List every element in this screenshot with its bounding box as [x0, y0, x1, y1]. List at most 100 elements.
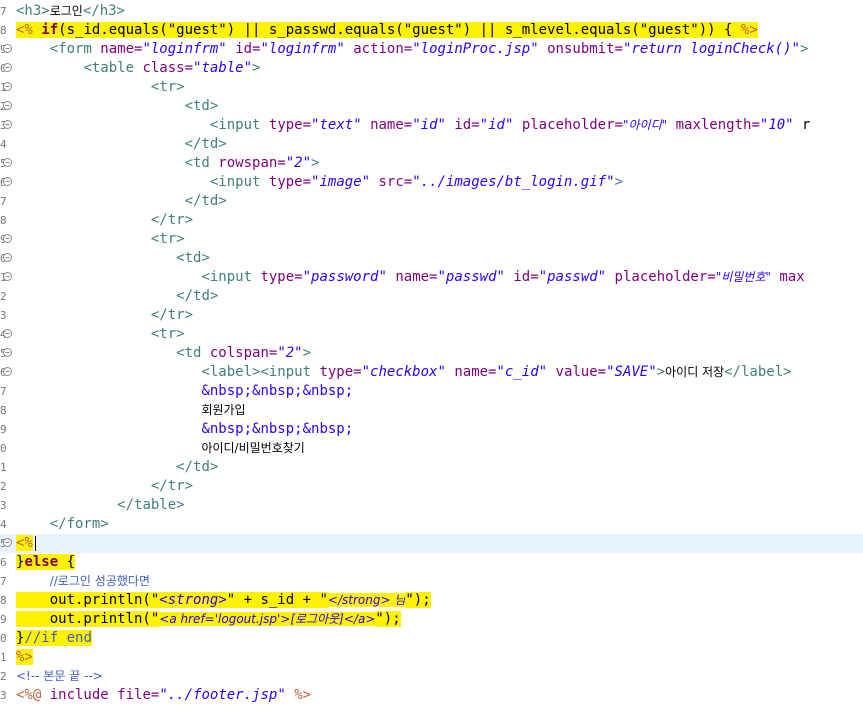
line-number: 8	[0, 594, 7, 607]
code-line[interactable]: 1 %>	[0, 648, 863, 667]
code-line[interactable]: 0− <table class="table">	[0, 59, 863, 78]
code-line[interactable]: 6− <label><input type="checkbox" name="c…	[0, 363, 863, 382]
code-token: </tr>	[150, 307, 194, 323]
code-line[interactable]: 8 <% if(s_id.equals("guest") || s_passwd.…	[0, 21, 863, 40]
code-token: </tr>	[150, 212, 194, 228]
code-text: <!-- 본문 끝 -->	[16, 667, 103, 686]
code-line[interactable]: 9− <tr>	[0, 230, 863, 249]
code-token: out.println("	[16, 592, 160, 608]
fold-toggle-icon[interactable]: −	[3, 348, 12, 357]
code-token: "c_id"	[496, 364, 548, 380]
code-line[interactable]: 3− <input type="text" name="id" id="id" …	[0, 116, 863, 135]
fold-toggle-icon[interactable]: −	[3, 82, 12, 91]
code-token: "passwd"	[538, 269, 607, 285]
code-editor[interactable]: 7 <h3>로그인</h3> 8 <% if(s_id.equals("guest")…	[0, 0, 863, 704]
code-token: else	[24, 554, 59, 570]
code-line[interactable]: 2− <td>	[0, 97, 863, 116]
code-line[interactable]: 2 <!-- 본문 끝 -->	[0, 667, 863, 686]
code-line[interactable]: 2 </td>	[0, 287, 863, 306]
code-line[interactable]: 1− <input type="password" name="passwd" …	[0, 268, 863, 287]
fold-toggle-icon[interactable]: −	[3, 63, 12, 72]
code-token: value=	[555, 364, 607, 380]
code-line[interactable]: 7 //로그인 성공했다면	[0, 572, 863, 591]
fold-toggle-icon[interactable]: −	[3, 538, 12, 547]
code-text: 아이디/비밀번호찾기	[16, 439, 304, 458]
code-line[interactable]: 0}//if end	[0, 629, 863, 648]
code-line[interactable]: 3 </tr>	[0, 306, 863, 325]
code-line[interactable]: 8 </tr>	[0, 211, 863, 230]
fold-toggle-icon[interactable]: −	[3, 253, 12, 262]
code-text: //로그인 성공했다면	[16, 572, 150, 591]
code-token: <td	[184, 155, 219, 171]
code-line[interactable]: 5− <td colspan="2">	[0, 344, 863, 363]
fold-toggle-icon[interactable]: −	[3, 272, 12, 281]
code-token: %>	[294, 687, 312, 703]
code-line[interactable]: 8 out.println("<strong>" + s_id + "</str…	[0, 591, 863, 610]
line-number: 9	[0, 423, 7, 436]
fold-toggle-icon[interactable]: −	[3, 158, 12, 167]
code-token: <td	[176, 345, 210, 361]
code-line[interactable]: 4− <tr>	[0, 325, 863, 344]
code-token: <td>	[184, 98, 219, 114]
code-token: </td>	[184, 136, 227, 152]
code-token: 회원가입	[201, 403, 246, 417]
code-line[interactable]: 7 <h3>로그인</h3>	[0, 2, 863, 21]
code-line[interactable]: 9 out.println("<a href='logout.jsp'>[로그아…	[0, 610, 863, 629]
code-token: %>	[16, 649, 33, 665]
code-line[interactable]: 7 &nbsp;&nbsp;&nbsp;	[0, 382, 863, 401]
line-number: 9	[0, 613, 7, 626]
code-token: <label><input	[201, 364, 320, 380]
code-token: <%	[16, 22, 42, 38]
code-line[interactable]: 1 </td>	[0, 458, 863, 477]
code-token: file=	[117, 687, 160, 703]
code-line[interactable]: 3 <%@ include file="../footer.jsp" %>	[0, 686, 863, 705]
code-line[interactable]: 6}else {	[0, 553, 863, 572]
fold-toggle-icon[interactable]: −	[3, 120, 12, 129]
code-token: "2"	[277, 345, 303, 361]
code-token: <table	[83, 60, 143, 76]
code-text: </tr>	[16, 477, 193, 496]
code-line[interactable]: 7 </td>	[0, 192, 863, 211]
code-line[interactable]: 1− <tr>	[0, 78, 863, 97]
fold-toggle-icon[interactable]: −	[3, 234, 12, 243]
line-number: 4	[0, 518, 7, 531]
code-text: <input type="text" name="id" id="id" pla…	[16, 116, 811, 135]
code-token: rowspan=	[218, 155, 286, 171]
fold-toggle-icon[interactable]: −	[3, 101, 12, 110]
code-line[interactable]: 5− <td rowspan="2">	[0, 154, 863, 173]
code-token: <a href='logout.jsp'>[로그아웃]</a>	[159, 612, 376, 626]
code-line[interactable]: 4 </form>	[0, 515, 863, 534]
code-line[interactable]: 2 </tr>	[0, 477, 863, 496]
code-token: >	[656, 364, 666, 380]
code-line[interactable]: 4 </td>	[0, 135, 863, 154]
code-token: name=	[395, 269, 438, 285]
code-line[interactable]: 0− <td>	[0, 249, 863, 268]
code-token: id=	[235, 41, 261, 57]
fold-toggle-icon[interactable]: −	[3, 329, 12, 338]
line-number: 2	[0, 290, 7, 303]
code-line[interactable]: 3 </table>	[0, 496, 863, 515]
line-number: 2	[0, 670, 7, 683]
code-token: <input	[209, 174, 269, 190]
code-line[interactable]: 9− <form name="loginfrm" id="loginfrm" a…	[0, 40, 863, 59]
code-token: name=	[100, 41, 143, 57]
fold-toggle-icon[interactable]: −	[3, 44, 12, 53]
code-line[interactable]: 0 아이디/비밀번호찾기	[0, 439, 863, 458]
code-line[interactable]: 6− <input type="image" src="../images/bt…	[0, 173, 863, 192]
code-line[interactable]: 9 &nbsp;&nbsp;&nbsp;	[0, 420, 863, 439]
code-line[interactable]: 8 회원가입	[0, 401, 863, 420]
text-cursor	[34, 535, 36, 551]
code-token: "password"	[302, 269, 387, 285]
code-line[interactable]: 5−<%	[0, 534, 863, 553]
fold-toggle-icon[interactable]: −	[3, 367, 12, 376]
fold-toggle-icon[interactable]: −	[3, 177, 12, 186]
code-token: "SAVE"	[606, 364, 657, 380]
